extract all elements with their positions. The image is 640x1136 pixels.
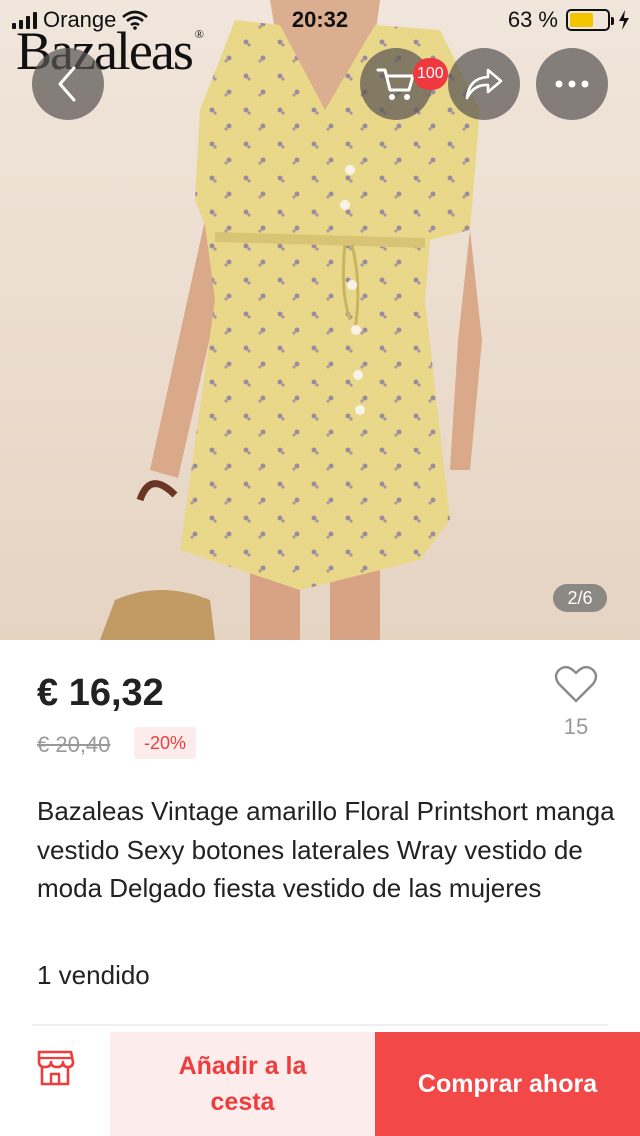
back-button[interactable] <box>32 48 104 120</box>
add-to-cart-button[interactable]: Añadir a la cesta <box>110 1032 375 1136</box>
current-price: € 16,32 <box>37 672 164 714</box>
more-icon <box>555 80 589 88</box>
battery-level <box>570 13 593 27</box>
image-pager: 2/6 <box>553 584 607 612</box>
store-button[interactable] <box>0 1032 110 1136</box>
product-title: Bazaleas Vintage amarillo Floral Printsh… <box>37 796 615 903</box>
share-icon <box>465 68 503 100</box>
battery-status: 63 % <box>508 7 630 33</box>
original-price: € 20,40 <box>37 732 111 757</box>
more-button[interactable] <box>536 48 608 120</box>
battery-percent: 63 % <box>507 7 558 32</box>
cart-icon <box>376 68 415 100</box>
buy-now-button[interactable]: Comprar ahora <box>375 1032 640 1136</box>
cart-count-badge: 100 <box>413 58 448 90</box>
registered-mark: ® <box>194 27 204 41</box>
divider <box>32 1024 608 1026</box>
chevron-left-icon <box>58 66 76 102</box>
like-button[interactable] <box>554 664 598 708</box>
charging-icon <box>619 10 629 30</box>
store-icon <box>37 1050 75 1086</box>
share-button[interactable] <box>448 48 520 120</box>
battery-icon <box>566 9 614 31</box>
bottom-action-bar: Añadir a la cesta Comprar ahora <box>0 1032 640 1136</box>
like-count: 15 <box>563 714 589 739</box>
discount-badge: -20% <box>134 727 197 759</box>
sold-count: 1 vendido <box>37 960 150 990</box>
heart-icon <box>554 665 598 703</box>
